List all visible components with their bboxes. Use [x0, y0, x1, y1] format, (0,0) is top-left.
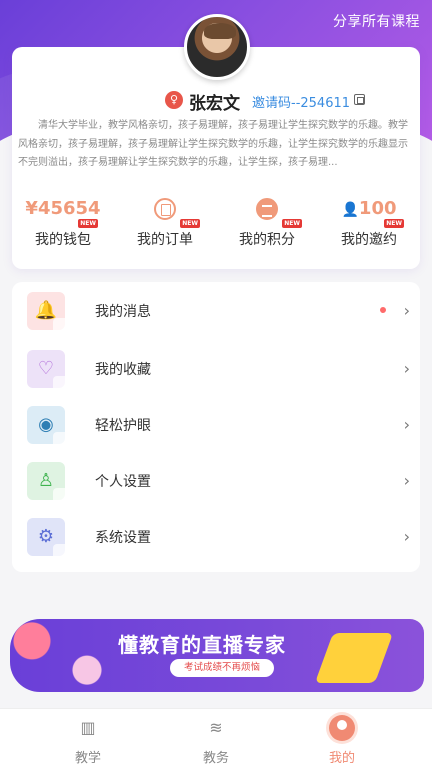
menu-item-favorites[interactable]: ♡ 我的收藏 ›: [12, 340, 420, 396]
name-row: ♀ 张宏文 邀请码--254611: [0, 89, 432, 114]
stat-points[interactable]: 我的积分 NEW: [216, 195, 318, 255]
stat-wallet[interactable]: ¥45654 我的钱包 NEW: [12, 195, 114, 255]
chevron-right-icon: ›: [403, 301, 410, 320]
wallet-label: 我的钱包: [35, 232, 91, 248]
banner-illustration: [10, 619, 120, 692]
copy-icon[interactable]: [354, 94, 365, 105]
chevron-right-icon: ›: [403, 415, 410, 434]
invite-code: 邀请码--254611: [252, 96, 351, 111]
invite-icon: 👤: [341, 202, 359, 218]
menu-label: 我的收藏: [95, 362, 151, 378]
unread-dot: [380, 307, 386, 313]
wallet-value: ¥45654: [25, 198, 101, 219]
stat-orders[interactable]: 我的订单 NEW: [114, 195, 216, 255]
tab-teaching[interactable]: ▥ 教学: [48, 709, 128, 768]
stat-invites[interactable]: 👤100 我的邀约 NEW: [318, 195, 420, 255]
points-icon: [256, 198, 278, 220]
book-icon: ▥: [80, 718, 96, 737]
profile-bio: 清华大学毕业，教学风格亲切，孩子易理解，孩子易理让学生探究数学的乐趣。教学风格亲…: [18, 120, 408, 168]
menu-label: 轻松护眼: [95, 418, 151, 434]
points-label: 我的积分: [239, 232, 295, 248]
orders-label: 我的订单: [137, 232, 193, 248]
new-badge: NEW: [282, 219, 302, 228]
new-badge: NEW: [180, 219, 200, 228]
eye-icon: ◉: [27, 406, 67, 446]
menu-item-eye-care[interactable]: ◉ 轻松护眼 ›: [12, 396, 420, 452]
invites-label: 我的邀约: [341, 232, 397, 248]
order-icon: [154, 198, 176, 220]
new-badge: NEW: [384, 219, 404, 228]
invites-value: 100: [358, 198, 397, 219]
tab-academic-affairs[interactable]: ≋ 教务: [176, 709, 256, 768]
new-badge: NEW: [78, 219, 98, 228]
teacher-badge-icon: ♀: [165, 91, 183, 109]
profile-name: 张宏文: [189, 94, 240, 114]
bell-icon: 🔔: [27, 292, 67, 332]
bottom-tab-bar: ▥ 教学 ≋ 教务 我的: [0, 708, 432, 768]
menu-label: 系统设置: [95, 530, 151, 546]
gear-icon: ⚙: [27, 518, 67, 558]
tab-label: 我的: [328, 751, 355, 766]
chevron-right-icon: ›: [403, 359, 410, 378]
banner-title: 懂教育的直播专家: [118, 633, 286, 657]
heart-icon: ♡: [27, 350, 67, 390]
menu-label: 个人设置: [95, 474, 151, 490]
banner-subtitle: 考试成绩不再烦恼: [170, 659, 274, 677]
user-settings-icon: ♙: [27, 462, 67, 502]
tab-mine[interactable]: 我的: [302, 709, 382, 768]
avatar[interactable]: [184, 14, 250, 80]
settings-menu: 🔔 我的消息 › ♡ 我的收藏 › ◉ 轻松护眼 › ♙ 个人设置 › ⚙ 系统…: [12, 282, 420, 572]
tab-label: 教学: [74, 751, 101, 766]
promo-banner[interactable]: 懂教育的直播专家 考试成绩不再烦恼: [10, 619, 424, 692]
menu-item-personal-settings[interactable]: ♙ 个人设置 ›: [12, 452, 420, 508]
stats-row: ¥45654 我的钱包 NEW 我的订单 NEW 我的积分 NEW 👤100 我…: [12, 195, 420, 255]
phone-illustration: [314, 633, 394, 683]
chevron-right-icon: ›: [403, 527, 410, 546]
share-all-courses-link[interactable]: 分享所有课程: [333, 11, 420, 31]
menu-item-system-settings[interactable]: ⚙ 系统设置 ›: [12, 508, 420, 564]
menu-label: 我的消息: [95, 304, 151, 320]
tab-label: 教务: [202, 751, 229, 766]
profile-icon: [329, 715, 355, 741]
layers-icon: ≋: [209, 718, 223, 737]
chevron-right-icon: ›: [403, 471, 410, 490]
menu-item-messages[interactable]: 🔔 我的消息 ›: [12, 282, 420, 338]
